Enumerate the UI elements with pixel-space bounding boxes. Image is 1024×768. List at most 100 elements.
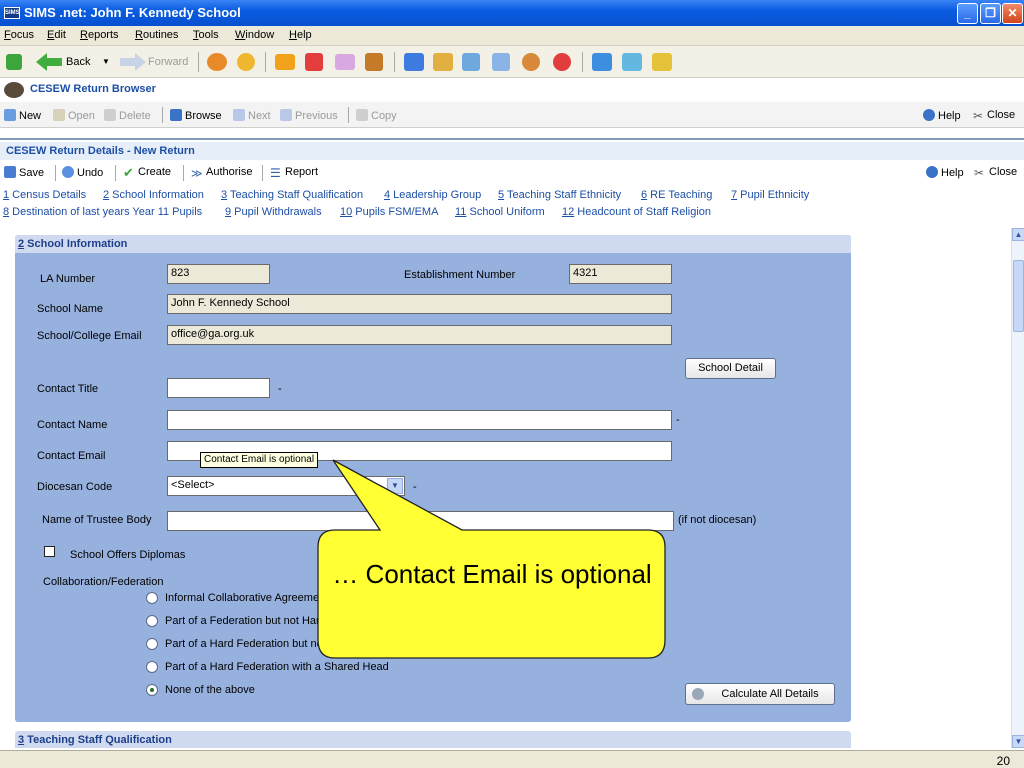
- menu-edit[interactable]: Edit: [47, 29, 66, 41]
- chevron-down-icon[interactable]: ▼: [387, 478, 403, 494]
- edit-document-icon[interactable]: [492, 53, 510, 71]
- scroll-down-icon[interactable]: ▼: [1012, 735, 1024, 748]
- minimize-button[interactable]: _: [957, 3, 978, 24]
- collab-radio-hard-federation-shared-head[interactable]: [146, 661, 158, 673]
- menu-bar: Focus Edit Reports Routines Tools Window…: [0, 26, 1024, 46]
- collab-option-label: Part of a Federation but not Hard: [165, 615, 326, 627]
- la-number-field[interactable]: 823: [167, 264, 270, 284]
- delete-button: Delete: [104, 109, 151, 122]
- pane-divider: [0, 128, 1024, 140]
- bus-icon[interactable]: [592, 53, 612, 71]
- link-label: Leadership Group: [390, 189, 482, 201]
- link-pupil-withdrawals[interactable]: 9 Pupil Withdrawals: [225, 206, 322, 218]
- back-label[interactable]: Back: [66, 56, 90, 68]
- link-teaching-staff-ethnicity[interactable]: 5 Teaching Staff Ethnicity: [498, 189, 621, 201]
- diplomas-checkbox[interactable]: [44, 546, 55, 557]
- delete-icon: [104, 109, 116, 121]
- switch-icon[interactable]: [6, 54, 22, 70]
- menu-help[interactable]: Help: [289, 29, 312, 41]
- back-arrow-icon[interactable]: [36, 53, 62, 71]
- window-title: SIMS .net: John F. Kennedy School: [24, 5, 241, 20]
- award-icon[interactable]: [652, 53, 672, 71]
- trustee-body-input[interactable]: [167, 511, 674, 531]
- class-icon[interactable]: [433, 53, 453, 71]
- menu-focus[interactable]: Focus: [4, 29, 34, 41]
- back-dropdown-icon[interactable]: ▼: [102, 57, 110, 66]
- link-headcount-staff-religion[interactable]: 12 Headcount of Staff Religion: [562, 206, 711, 218]
- school-detail-button[interactable]: School Detail: [685, 358, 776, 379]
- diocesan-code-label: Diocesan Code: [37, 481, 113, 493]
- link-leadership-group[interactable]: 4 Leadership Group: [384, 189, 481, 201]
- collab-radio-informal[interactable]: [146, 592, 158, 604]
- calculate-all-details-button[interactable]: Calculate All Details: [685, 683, 835, 705]
- checkmark-icon: ✔: [123, 165, 134, 180]
- globe-icon[interactable]: [622, 53, 642, 71]
- next-label: Next: [248, 110, 271, 122]
- diocesan-selected-value: <Select>: [171, 479, 215, 491]
- establishment-number-field[interactable]: 4321: [569, 264, 672, 284]
- menu-routines[interactable]: Routines: [135, 29, 178, 41]
- details-close-button[interactable]: ✂ Close: [974, 166, 1017, 179]
- folder-icon[interactable]: [275, 54, 295, 70]
- clock-icon[interactable]: [553, 53, 571, 71]
- school-name-field[interactable]: John F. Kennedy School: [167, 294, 672, 314]
- app-logo: SIMS: [4, 7, 20, 19]
- toolbar-separator: [262, 165, 263, 181]
- browse-button[interactable]: Browse: [170, 109, 222, 122]
- link-label: Census Details: [9, 189, 87, 201]
- link-school-information[interactable]: 2 School Information: [103, 189, 204, 201]
- close-window-button[interactable]: ✕: [1002, 3, 1023, 24]
- link-destination-year-11[interactable]: 8 Destination of last years Year 11 Pupi…: [3, 206, 202, 218]
- details-help-button[interactable]: Help: [926, 166, 964, 179]
- collab-radio-none[interactable]: [146, 684, 158, 696]
- collab-radio-federation[interactable]: [146, 615, 158, 627]
- menu-window[interactable]: Window: [235, 29, 274, 41]
- required-marker: -: [278, 383, 282, 395]
- vertical-scrollbar[interactable]: ▲ ▼: [1011, 228, 1024, 748]
- status-bar: 20: [0, 750, 1024, 768]
- restore-button[interactable]: ❐: [980, 3, 1001, 24]
- flag-icon[interactable]: [305, 53, 323, 71]
- contact-name-input[interactable]: [167, 410, 672, 430]
- person-icon[interactable]: [237, 53, 255, 71]
- contact-title-input[interactable]: [167, 378, 270, 398]
- tools-icon[interactable]: [365, 53, 383, 71]
- browser-close-button[interactable]: ✂ Close: [972, 109, 1015, 122]
- people-icon[interactable]: [207, 53, 227, 71]
- menu-tools[interactable]: Tools: [193, 29, 219, 41]
- link-pupils-fsm-ema[interactable]: 10 Pupils FSM/EMA: [340, 206, 438, 218]
- scroll-thumb[interactable]: [1013, 260, 1024, 332]
- group-icon[interactable]: [522, 53, 540, 71]
- new-button[interactable]: New: [4, 109, 41, 122]
- undo-button[interactable]: Undo: [62, 166, 103, 179]
- link-label: Teaching Staff Qualification: [227, 189, 364, 201]
- mail-icon[interactable]: [335, 54, 355, 70]
- scroll-up-icon[interactable]: ▲: [1012, 228, 1024, 241]
- notebook-icon[interactable]: [462, 53, 480, 71]
- link-label: Teaching Staff Ethnicity: [504, 189, 622, 201]
- details-title: CESEW Return Details - New Return: [6, 145, 195, 157]
- contact-email-tooltip: Contact Email is optional: [200, 452, 319, 468]
- menu-reports[interactable]: Reports: [80, 29, 119, 41]
- section-title: 2 School Information: [18, 238, 127, 250]
- collab-option-label: Part of a Hard Federation but no: [165, 638, 323, 650]
- save-button[interactable]: Save: [4, 166, 44, 179]
- authorise-button[interactable]: ≫ Authorise: [191, 166, 252, 180]
- report-button[interactable]: ☰ Report: [270, 166, 318, 179]
- link-pupil-ethnicity[interactable]: 7 Pupil Ethnicity: [731, 189, 809, 201]
- link-teaching-staff-qualification[interactable]: 3 Teaching Staff Qualification: [221, 189, 363, 201]
- collab-radio-hard-federation[interactable]: [146, 638, 158, 650]
- link-re-teaching[interactable]: 6 RE Teaching: [641, 189, 712, 201]
- diocesan-code-select[interactable]: <Select> ▼: [167, 476, 405, 496]
- school-email-field[interactable]: office@ga.org.uk: [167, 325, 672, 345]
- create-button[interactable]: ✔ Create: [123, 166, 171, 179]
- section-header: 2 School Information: [15, 235, 851, 253]
- browser-help-button[interactable]: Help: [923, 109, 961, 122]
- link-label: Destination of last years Year 11 Pupils: [9, 206, 203, 218]
- previous-button: Previous: [280, 109, 338, 122]
- teacher-icon[interactable]: [404, 53, 424, 71]
- link-school-uniform[interactable]: 11 School Uniform: [455, 206, 545, 218]
- link-census-details[interactable]: 1 Census Details: [3, 189, 86, 201]
- trustee-note: (if not diocesan): [678, 514, 757, 526]
- browser-title: CESEW Return Browser: [30, 83, 156, 95]
